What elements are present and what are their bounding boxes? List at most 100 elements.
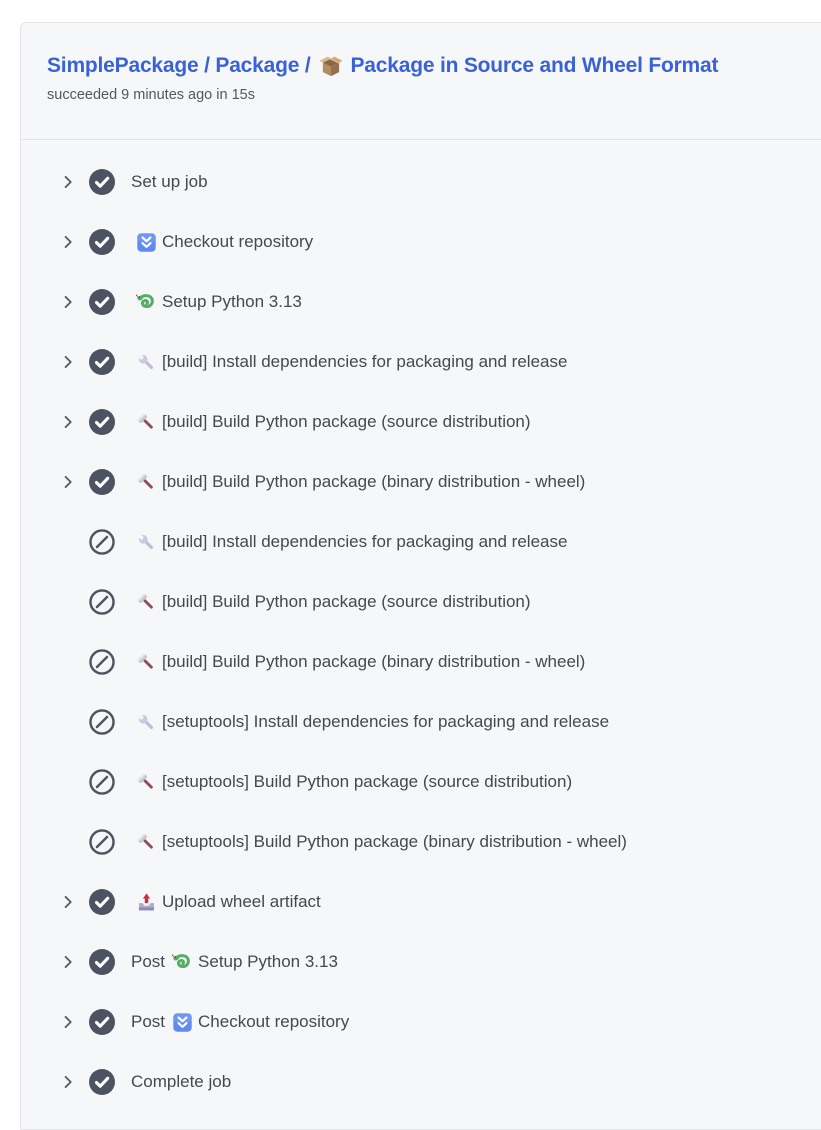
step-row: [setuptools] Install dependencies for pa… (21, 692, 821, 752)
python-icon (172, 952, 193, 973)
step-label: [setuptools] Install dependencies for pa… (131, 712, 609, 733)
success-check-icon (89, 289, 115, 315)
step-label: [build] Build Python package (source dis… (131, 412, 531, 433)
step-row[interactable]: [build] Build Python package (binary dis… (21, 452, 821, 512)
step-expand-toggle[interactable] (60, 954, 76, 970)
success-check-icon (89, 1009, 115, 1035)
job-breadcrumb-title[interactable]: SimplePackage / Package / Package in Sour… (47, 53, 798, 79)
success-check-icon (89, 469, 115, 495)
label-text: [build] Install dependencies for packagi… (162, 532, 567, 552)
step-status (89, 229, 115, 255)
label-text: Set up job (131, 172, 208, 192)
step-status (89, 649, 115, 675)
package-icon (318, 53, 344, 79)
step-status (89, 769, 115, 795)
step-label: [build] Build Python package (binary dis… (131, 652, 585, 673)
step-expand-toggle[interactable] (60, 474, 76, 490)
steps-list: Set up job Checkout repository Setup Pytho… (21, 140, 821, 1112)
success-check-icon (89, 229, 115, 255)
step-label: Upload wheel artifact (131, 892, 321, 913)
step-status (89, 829, 115, 855)
step-row: [build] Build Python package (binary dis… (21, 632, 821, 692)
step-status (89, 349, 115, 375)
step-row[interactable]: Setup Python 3.13 (21, 272, 821, 332)
skipped-icon (89, 649, 115, 675)
step-status (89, 589, 115, 615)
label-text: Upload wheel artifact (162, 892, 321, 912)
step-expand-toggle[interactable] (60, 294, 76, 310)
hammer-icon (136, 652, 157, 673)
step-expand-toggle[interactable] (60, 354, 76, 370)
step-expand-toggle[interactable] (60, 174, 76, 190)
chevron-right-icon[interactable] (60, 1014, 76, 1030)
step-row[interactable]: [build] Install dependencies for packagi… (21, 332, 821, 392)
chevron-right-icon[interactable] (60, 354, 76, 370)
step-expand-toggle[interactable] (60, 234, 76, 250)
label-text: [setuptools] Build Python package (binar… (162, 832, 627, 852)
chevron-right-icon[interactable] (60, 294, 76, 310)
chevron-right-icon[interactable] (60, 174, 76, 190)
label-text: [build] Build Python package (source dis… (162, 412, 531, 432)
label-text: Setup Python 3.13 (162, 292, 302, 312)
step-label: [build] Build Python package (source dis… (131, 592, 531, 613)
step-expand-toggle[interactable] (60, 894, 76, 910)
success-check-icon (89, 169, 115, 195)
step-expand-toggle[interactable] (60, 1074, 76, 1090)
step-label: [build] Install dependencies for packagi… (131, 352, 567, 373)
label-text: [build] Build Python package (binary dis… (162, 652, 585, 672)
checkout-icon (136, 232, 157, 253)
success-check-icon (89, 889, 115, 915)
skipped-icon (89, 769, 115, 795)
success-check-icon (89, 1069, 115, 1095)
success-check-icon (89, 949, 115, 975)
step-label: Checkout repository (131, 232, 313, 253)
step-status (89, 529, 115, 555)
label-text: [setuptools] Build Python package (sourc… (162, 772, 572, 792)
label-text: SimplePackage / Package / (47, 54, 311, 78)
step-label: PostSetup Python 3.13 (131, 952, 338, 973)
step-status (89, 169, 115, 195)
step-expand-toggle[interactable] (60, 1014, 76, 1030)
step-row[interactable]: Checkout repository (21, 212, 821, 272)
chevron-right-icon[interactable] (60, 894, 76, 910)
label-text: Package in Source and Wheel Format (351, 54, 719, 78)
chevron-right-icon[interactable] (60, 414, 76, 430)
hammer-icon (136, 472, 157, 493)
chevron-right-icon[interactable] (60, 954, 76, 970)
hammer-icon (136, 592, 157, 613)
step-row[interactable]: [build] Build Python package (source dis… (21, 392, 821, 452)
skipped-icon (89, 529, 115, 555)
hammer-icon (136, 412, 157, 433)
label-text: [setuptools] Install dependencies for pa… (162, 712, 609, 732)
skipped-icon (89, 709, 115, 735)
chevron-right-icon[interactable] (60, 234, 76, 250)
step-row[interactable]: Complete job (21, 1052, 821, 1112)
skipped-icon (89, 829, 115, 855)
step-status (89, 289, 115, 315)
hammer-icon (136, 772, 157, 793)
wrench-icon (136, 532, 157, 553)
label-text: Checkout repository (162, 232, 313, 252)
python-icon (136, 292, 157, 313)
job-run-panel: SimplePackage / Package / Package in Sour… (20, 22, 821, 1130)
step-expand-toggle[interactable] (60, 414, 76, 430)
chevron-right-icon[interactable] (60, 1074, 76, 1090)
upload-icon (136, 892, 157, 913)
step-row[interactable]: PostSetup Python 3.13 (21, 932, 821, 992)
step-label: [setuptools] Build Python package (binar… (131, 832, 627, 853)
label-text: Complete job (131, 1072, 231, 1092)
step-status (89, 409, 115, 435)
wrench-icon (136, 712, 157, 733)
step-status (89, 1069, 115, 1095)
job-status-meta: succeeded 9 minutes ago in 15s (47, 87, 798, 103)
step-label: Complete job (131, 1072, 231, 1092)
step-status (89, 889, 115, 915)
step-row[interactable]: Upload wheel artifact (21, 872, 821, 932)
chevron-right-icon[interactable] (60, 474, 76, 490)
step-row[interactable]: Set up job (21, 152, 821, 212)
label-text: Post (131, 1012, 165, 1032)
step-status (89, 949, 115, 975)
label-text: Post (131, 952, 165, 972)
step-row[interactable]: PostCheckout repository (21, 992, 821, 1052)
hammer-icon (136, 832, 157, 853)
